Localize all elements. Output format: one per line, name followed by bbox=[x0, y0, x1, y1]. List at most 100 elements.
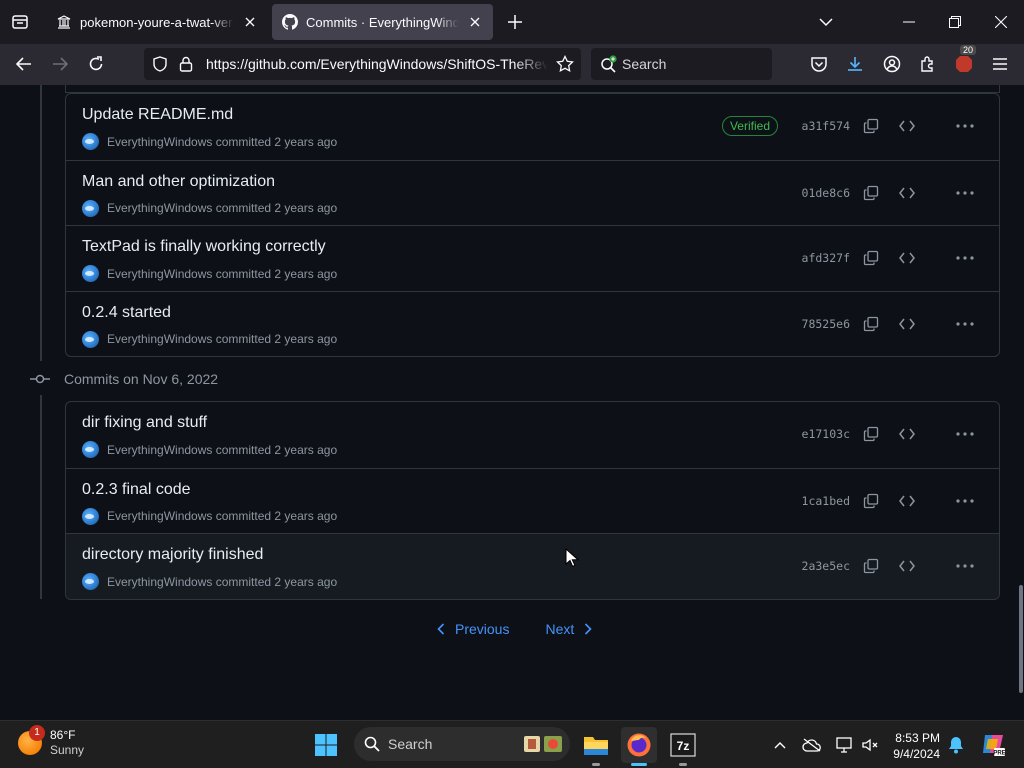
adblock-icon[interactable]: 20 bbox=[952, 45, 977, 76]
commit-author-link[interactable]: EverythingWindows bbox=[107, 135, 212, 149]
commit-sha-link[interactable]: 2a3e5ec bbox=[802, 559, 850, 573]
copy-icon[interactable] bbox=[860, 423, 882, 445]
code-browse-icon[interactable] bbox=[896, 555, 918, 577]
commit-author-link[interactable]: EverythingWindows bbox=[107, 575, 212, 589]
avatar[interactable] bbox=[82, 199, 99, 217]
extensions-puzzle-icon[interactable] bbox=[916, 52, 940, 76]
commit-time: 2 years ago bbox=[274, 574, 338, 589]
avatar[interactable] bbox=[82, 265, 99, 282]
firefox-icon[interactable] bbox=[621, 727, 657, 766]
code-browse-icon[interactable] bbox=[896, 247, 918, 269]
taskbar-search[interactable]: Search bbox=[354, 727, 570, 761]
minimize-icon[interactable] bbox=[897, 10, 921, 34]
verified-badge[interactable]: Verified bbox=[721, 116, 778, 136]
code-browse-icon[interactable] bbox=[896, 313, 918, 335]
system-clock[interactable]: 8:53 PM 9/4/2024 bbox=[882, 730, 940, 762]
kebab-menu-icon[interactable] bbox=[953, 182, 977, 204]
start-button[interactable] bbox=[308, 727, 344, 763]
close-icon[interactable] bbox=[242, 14, 258, 30]
commit-sha-link[interactable]: 01de8c6 bbox=[802, 186, 850, 200]
commit-message-link[interactable]: Update README.md bbox=[82, 106, 233, 124]
commit-author-link[interactable]: EverythingWindows bbox=[107, 443, 212, 457]
avatar[interactable] bbox=[82, 330, 99, 348]
commit-author-link[interactable]: EverythingWindows bbox=[107, 509, 212, 523]
next-page-link[interactable]: Next bbox=[545, 621, 592, 637]
kebab-menu-icon[interactable] bbox=[953, 247, 977, 269]
commit-author-link[interactable]: EverythingWindows bbox=[107, 332, 212, 346]
timeline-line bbox=[40, 85, 42, 361]
kebab-menu-icon[interactable] bbox=[953, 423, 977, 445]
search-engine-icon[interactable] bbox=[597, 52, 621, 76]
copy-icon[interactable] bbox=[860, 247, 882, 269]
7zip-icon[interactable]: 7z bbox=[665, 727, 701, 766]
tab-title: Commits · EverythingWindows bbox=[306, 14, 459, 30]
file-explorer-icon[interactable] bbox=[578, 727, 614, 766]
chevron-down-icon[interactable] bbox=[814, 10, 838, 34]
avatar[interactable] bbox=[82, 441, 99, 458]
previous-page-link[interactable]: Previous bbox=[437, 621, 509, 637]
commit-sha-link[interactable]: 78525e6 bbox=[802, 317, 850, 331]
copy-icon[interactable] bbox=[860, 182, 882, 204]
avatar[interactable] bbox=[82, 573, 99, 590]
avatar[interactable] bbox=[82, 507, 99, 525]
code-browse-icon[interactable] bbox=[896, 423, 918, 445]
notification-badge: 1 bbox=[29, 725, 45, 741]
shield-icon[interactable] bbox=[148, 52, 172, 76]
commit-message-link[interactable]: directory majority finished bbox=[82, 546, 263, 564]
commit-author-link[interactable]: EverythingWindows bbox=[107, 267, 212, 281]
copy-icon[interactable] bbox=[860, 555, 882, 577]
tab-overview-icon[interactable] bbox=[8, 10, 32, 34]
new-tab-plus-icon[interactable] bbox=[503, 10, 527, 34]
notification-bell-icon[interactable] bbox=[944, 733, 968, 757]
clock-time: 8:53 PM bbox=[895, 731, 940, 745]
commit-sha-link[interactable]: 1ca1bed bbox=[802, 494, 850, 508]
address-bar[interactable]: https://github.com/EverythingWindows/Shi… bbox=[144, 48, 581, 80]
commit-message-link[interactable]: Man and other optimization bbox=[82, 173, 275, 191]
copy-icon[interactable] bbox=[860, 313, 882, 335]
commit-sha-link[interactable]: a31f574 bbox=[802, 119, 850, 133]
code-browse-icon[interactable] bbox=[896, 115, 918, 137]
close-window-icon[interactable] bbox=[989, 10, 1013, 34]
forward-arrow-icon[interactable] bbox=[48, 52, 72, 76]
scrollbar-thumb[interactable] bbox=[1019, 585, 1023, 693]
code-browse-icon[interactable] bbox=[896, 182, 918, 204]
commit-group-date: Commits on Nov 6, 2022 bbox=[64, 371, 219, 387]
download-icon[interactable] bbox=[843, 52, 867, 76]
bookmark-star-icon[interactable] bbox=[553, 52, 577, 76]
browser-tab-active[interactable]: Commits · EverythingWindows bbox=[272, 4, 493, 40]
kebab-menu-icon[interactable] bbox=[953, 115, 977, 137]
copy-icon[interactable] bbox=[860, 115, 882, 137]
account-icon[interactable] bbox=[880, 52, 904, 76]
hamburger-menu-icon[interactable] bbox=[988, 52, 1012, 76]
search-bar[interactable]: Search bbox=[591, 48, 772, 80]
commit-message-link[interactable]: 0.2.3 final code bbox=[82, 481, 191, 499]
browser-tab[interactable]: pokemon-youre-a-twat-version bbox=[46, 4, 268, 40]
pocket-icon[interactable] bbox=[807, 52, 831, 76]
kebab-menu-icon[interactable] bbox=[953, 313, 977, 335]
commit-message-link[interactable]: dir fixing and stuff bbox=[82, 414, 207, 432]
network-monitor-icon[interactable] bbox=[833, 733, 857, 757]
speaker-muted-icon[interactable] bbox=[858, 733, 882, 757]
commit-author-link[interactable]: EverythingWindows bbox=[107, 201, 212, 215]
commit-message-link[interactable]: 0.2.4 started bbox=[82, 304, 171, 322]
github-icon bbox=[282, 14, 298, 30]
chevron-up-icon[interactable] bbox=[768, 733, 792, 757]
commit-sha-link[interactable]: afd327f bbox=[802, 251, 850, 265]
copilot-icon[interactable]: PRE bbox=[979, 730, 1007, 758]
close-icon[interactable] bbox=[467, 14, 483, 30]
kebab-menu-icon[interactable] bbox=[953, 490, 977, 512]
restore-icon[interactable] bbox=[943, 10, 967, 34]
commit-sha-link[interactable]: e17103c bbox=[802, 427, 850, 441]
url-text[interactable]: https://github.com/EverythingWindows/Shi… bbox=[206, 56, 548, 72]
copy-icon[interactable] bbox=[860, 490, 882, 512]
onedrive-offline-icon[interactable] bbox=[800, 733, 824, 757]
lock-icon[interactable] bbox=[174, 52, 198, 76]
commit-message-link[interactable]: TextPad is finally working correctly bbox=[82, 238, 326, 256]
back-arrow-icon[interactable] bbox=[12, 52, 36, 76]
code-browse-icon[interactable] bbox=[896, 490, 918, 512]
weather-widget[interactable]: 1 86°F Sunny bbox=[18, 725, 84, 758]
avatar[interactable] bbox=[82, 133, 99, 150]
kebab-menu-icon[interactable] bbox=[953, 555, 977, 577]
reload-icon[interactable] bbox=[84, 52, 108, 76]
extension-badge: 20 bbox=[960, 45, 977, 55]
